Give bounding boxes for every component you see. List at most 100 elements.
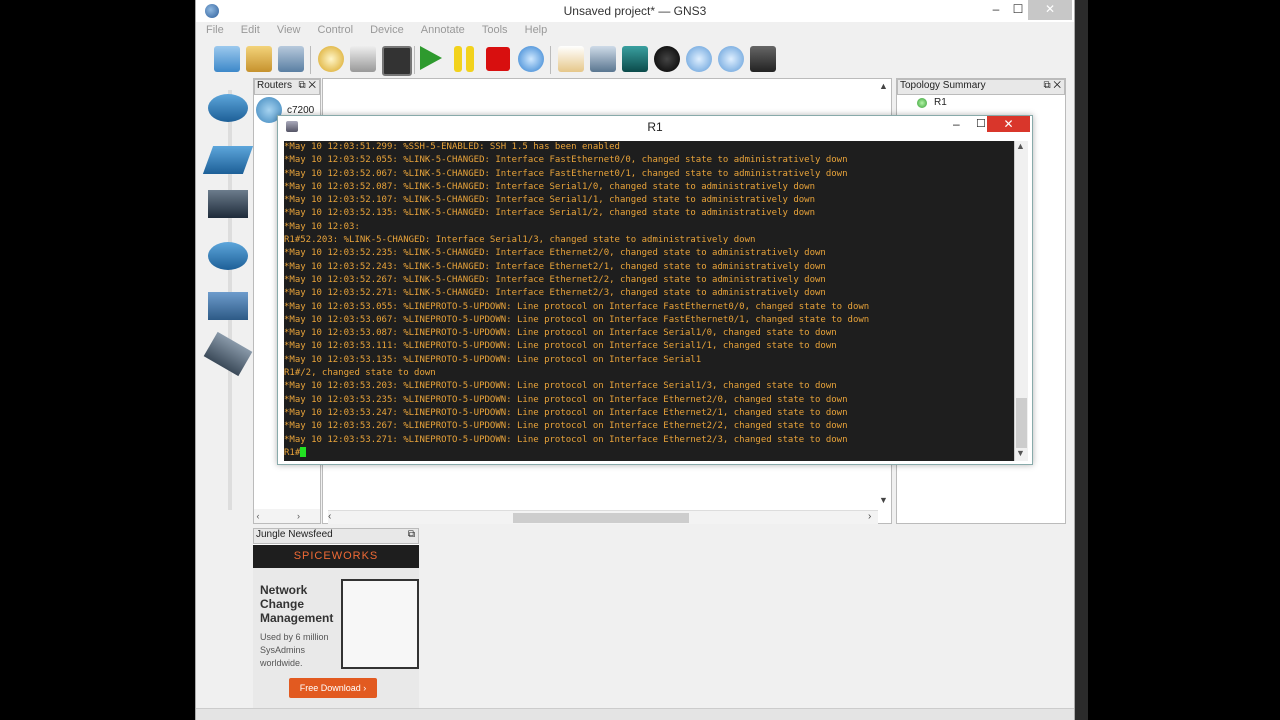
console-line: *May 10 12:03:53.267: %LINEPROTO-5-UPDOW… [284, 421, 848, 432]
console-line: *May 10 12:03:52.235: %LINK-5-CHANGED: I… [284, 248, 826, 259]
console-line: *May 10 12:03:53.087: %LINEPROTO-5-UPDOW… [284, 328, 837, 339]
suspend-all-icon-bar [466, 46, 474, 72]
console-line: *May 10 12:03:53.067: %LINEPROTO-5-UPDOW… [284, 314, 870, 325]
menu-device[interactable]: Device [370, 24, 404, 36]
suspend-all-icon[interactable] [454, 46, 462, 72]
console-line: *May 10 12:03:52.107: %LINK-5-CHANGED: I… [284, 195, 816, 206]
console-scroll-thumb[interactable] [1016, 398, 1027, 448]
free-download-button[interactable]: Free Download › [289, 678, 377, 698]
node-status-icon [917, 98, 927, 108]
console-output[interactable]: *May 10 12:03:51.299: %SSH-5-ENABLED: SS… [284, 141, 1014, 461]
window-title: Unsaved project* — GNS3 [563, 4, 707, 18]
canvas-horizontal-scrollbar[interactable]: ‹ › [328, 510, 878, 524]
spiceworks-ad[interactable]: SPICEWORKS Network Change Management Use… [253, 545, 419, 711]
insert-picture-icon[interactable] [590, 46, 616, 72]
dock-float-button[interactable]: ⧉ [408, 529, 415, 541]
console-line: *May 10 12:03:52.243: %LINK-5-CHANGED: I… [284, 261, 826, 272]
console-line: *May 10 12:03:53.111: %LINEPROTO-5-UPDOW… [284, 341, 837, 352]
all-devices-icon[interactable] [208, 292, 248, 320]
console-close-button[interactable]: ✕ [987, 116, 1030, 132]
console-scroll-up-icon[interactable]: ▲ [1016, 141, 1025, 151]
console-line: *May 10 12:03:53.247: %LINEPROTO-5-UPDOW… [284, 407, 848, 418]
add-note-icon[interactable] [558, 46, 584, 72]
menu-control[interactable]: Control [318, 24, 353, 36]
console-line: *May 10 12:03:52.267: %LINK-5-CHANGED: I… [284, 274, 826, 285]
switches-icon[interactable] [202, 146, 254, 174]
menu-annotate[interactable]: Annotate [421, 24, 465, 36]
open-project-icon[interactable] [246, 46, 272, 72]
console-prompt: R1# [284, 447, 301, 458]
console-line: *May 10 12:03:53.135: %LINEPROTO-5-UPDOW… [284, 354, 702, 365]
console-line: *May 10 12:03:52.067: %LINK-5-CHANGED: I… [284, 168, 848, 179]
scroll-right-arrow-icon[interactable]: › [868, 511, 871, 522]
canvas-scroll-thumb[interactable] [513, 513, 689, 523]
console-line: *May 10 12:03:52.135: %LINK-5-CHANGED: I… [284, 208, 816, 219]
routers-icon[interactable] [208, 94, 248, 122]
main-toolbar [210, 44, 810, 76]
security-devices-icon[interactable] [208, 242, 248, 270]
console-title-bar: R1 – ☐ ✕ [278, 116, 1032, 138]
routers-horizontal-scrollbar[interactable]: ‹ › [254, 509, 320, 523]
save-project-icon[interactable] [278, 46, 304, 72]
draw-ellipse-icon[interactable] [654, 46, 680, 72]
console-maximize-button[interactable]: ☐ [976, 117, 986, 130]
jungle-newsfeed-dock: Jungle Newsfeed ⧉ SPICEWORKS Network Cha… [253, 528, 419, 711]
console-cursor [300, 447, 307, 458]
console-prompt-line[interactable]: R1# [284, 447, 1014, 460]
scroll-up-arrow-icon[interactable]: ▲ [879, 81, 888, 91]
status-bar [196, 708, 1074, 720]
reload-all-icon[interactable] [518, 46, 544, 72]
menu-help[interactable]: Help [525, 24, 548, 36]
zoom-in-icon[interactable] [686, 46, 712, 72]
console-line: R1#52.203: %LINK-5-CHANGED: Interface Se… [284, 235, 756, 246]
console-line: *May 10 12:03:51.299: %SSH-5-ENABLED: SS… [284, 142, 620, 152]
free-download-label: Free Download [299, 683, 361, 693]
dock-float-close-buttons[interactable]: ⧉ ✕ [298, 80, 316, 92]
routers-dock-title: Routers [257, 80, 293, 91]
menu-edit[interactable]: Edit [241, 24, 260, 36]
spiceworks-brand: SPICEWORKS [253, 545, 419, 568]
menu-bar: File Edit View Control Device Annotate T… [206, 24, 561, 40]
ad-headline: Network Change Management [260, 583, 334, 625]
console-line: *May 10 12:03:53.235: %LINEPROTO-5-UPDOW… [284, 394, 848, 405]
topology-node-r1[interactable]: R1 [934, 97, 947, 108]
screenshot-icon[interactable] [750, 46, 776, 72]
menu-file[interactable]: File [206, 24, 224, 36]
console-line: *May 10 12:03:52.055: %LINK-5-CHANGED: I… [284, 155, 848, 166]
console-scroll-down-icon[interactable]: ▼ [1016, 448, 1025, 458]
end-devices-icon[interactable] [208, 190, 248, 218]
console-minimize-button[interactable]: – [953, 117, 960, 131]
start-all-icon[interactable] [420, 46, 442, 70]
console-line: *May 10 12:03: [284, 221, 360, 232]
add-link-icon[interactable] [203, 331, 253, 377]
ad-subtext: Used by 6 million SysAdmins worldwide. [260, 632, 329, 668]
console-all-icon[interactable] [382, 46, 412, 76]
desktop-background-strip [1075, 0, 1088, 720]
console-line: R1#/2, changed state to down [284, 368, 436, 379]
topology-summary-title: Topology Summary [900, 80, 986, 91]
console-line: *May 10 12:03:53.271: %LINEPROTO-5-UPDOW… [284, 434, 848, 445]
dock-float-close-buttons[interactable]: ⧉ ✕ [1043, 80, 1061, 92]
scroll-down-arrow-icon[interactable]: ▼ [879, 495, 888, 505]
console-line: *May 10 12:03:53.203: %LINEPROTO-5-UPDOW… [284, 381, 837, 392]
console-line: *May 10 12:03:52.087: %LINK-5-CHANGED: I… [284, 181, 816, 192]
console-window-r1: R1 – ☐ ✕ *May 10 12:03:51.299: %SSH-5-EN… [277, 115, 1033, 465]
newsfeed-title: Jungle Newsfeed [256, 529, 333, 540]
device-type-sidebar [198, 78, 254, 520]
stop-all-icon[interactable] [486, 47, 510, 71]
console-vertical-scrollbar[interactable]: ▲ ▼ [1014, 141, 1028, 461]
close-button[interactable]: ✕ [1028, 0, 1072, 20]
ad-screenshot-image [341, 579, 419, 669]
draw-rectangle-icon[interactable] [622, 46, 648, 72]
scroll-left-arrow-icon[interactable]: ‹ [328, 511, 331, 522]
title-bar: Unsaved project* — GNS3 – ☐ ✕ [196, 0, 1074, 22]
console-line: *May 10 12:03:53.055: %LINEPROTO-5-UPDOW… [284, 301, 870, 312]
console-line: *May 10 12:03:52.271: %LINK-5-CHANGED: I… [284, 288, 826, 299]
show-interface-labels-icon[interactable] [350, 46, 376, 72]
zoom-out-icon[interactable] [718, 46, 744, 72]
console-title: R1 [647, 120, 663, 134]
new-project-icon[interactable] [214, 46, 240, 72]
snapshot-icon[interactable] [318, 46, 344, 72]
menu-view[interactable]: View [277, 24, 301, 36]
menu-tools[interactable]: Tools [482, 24, 508, 36]
